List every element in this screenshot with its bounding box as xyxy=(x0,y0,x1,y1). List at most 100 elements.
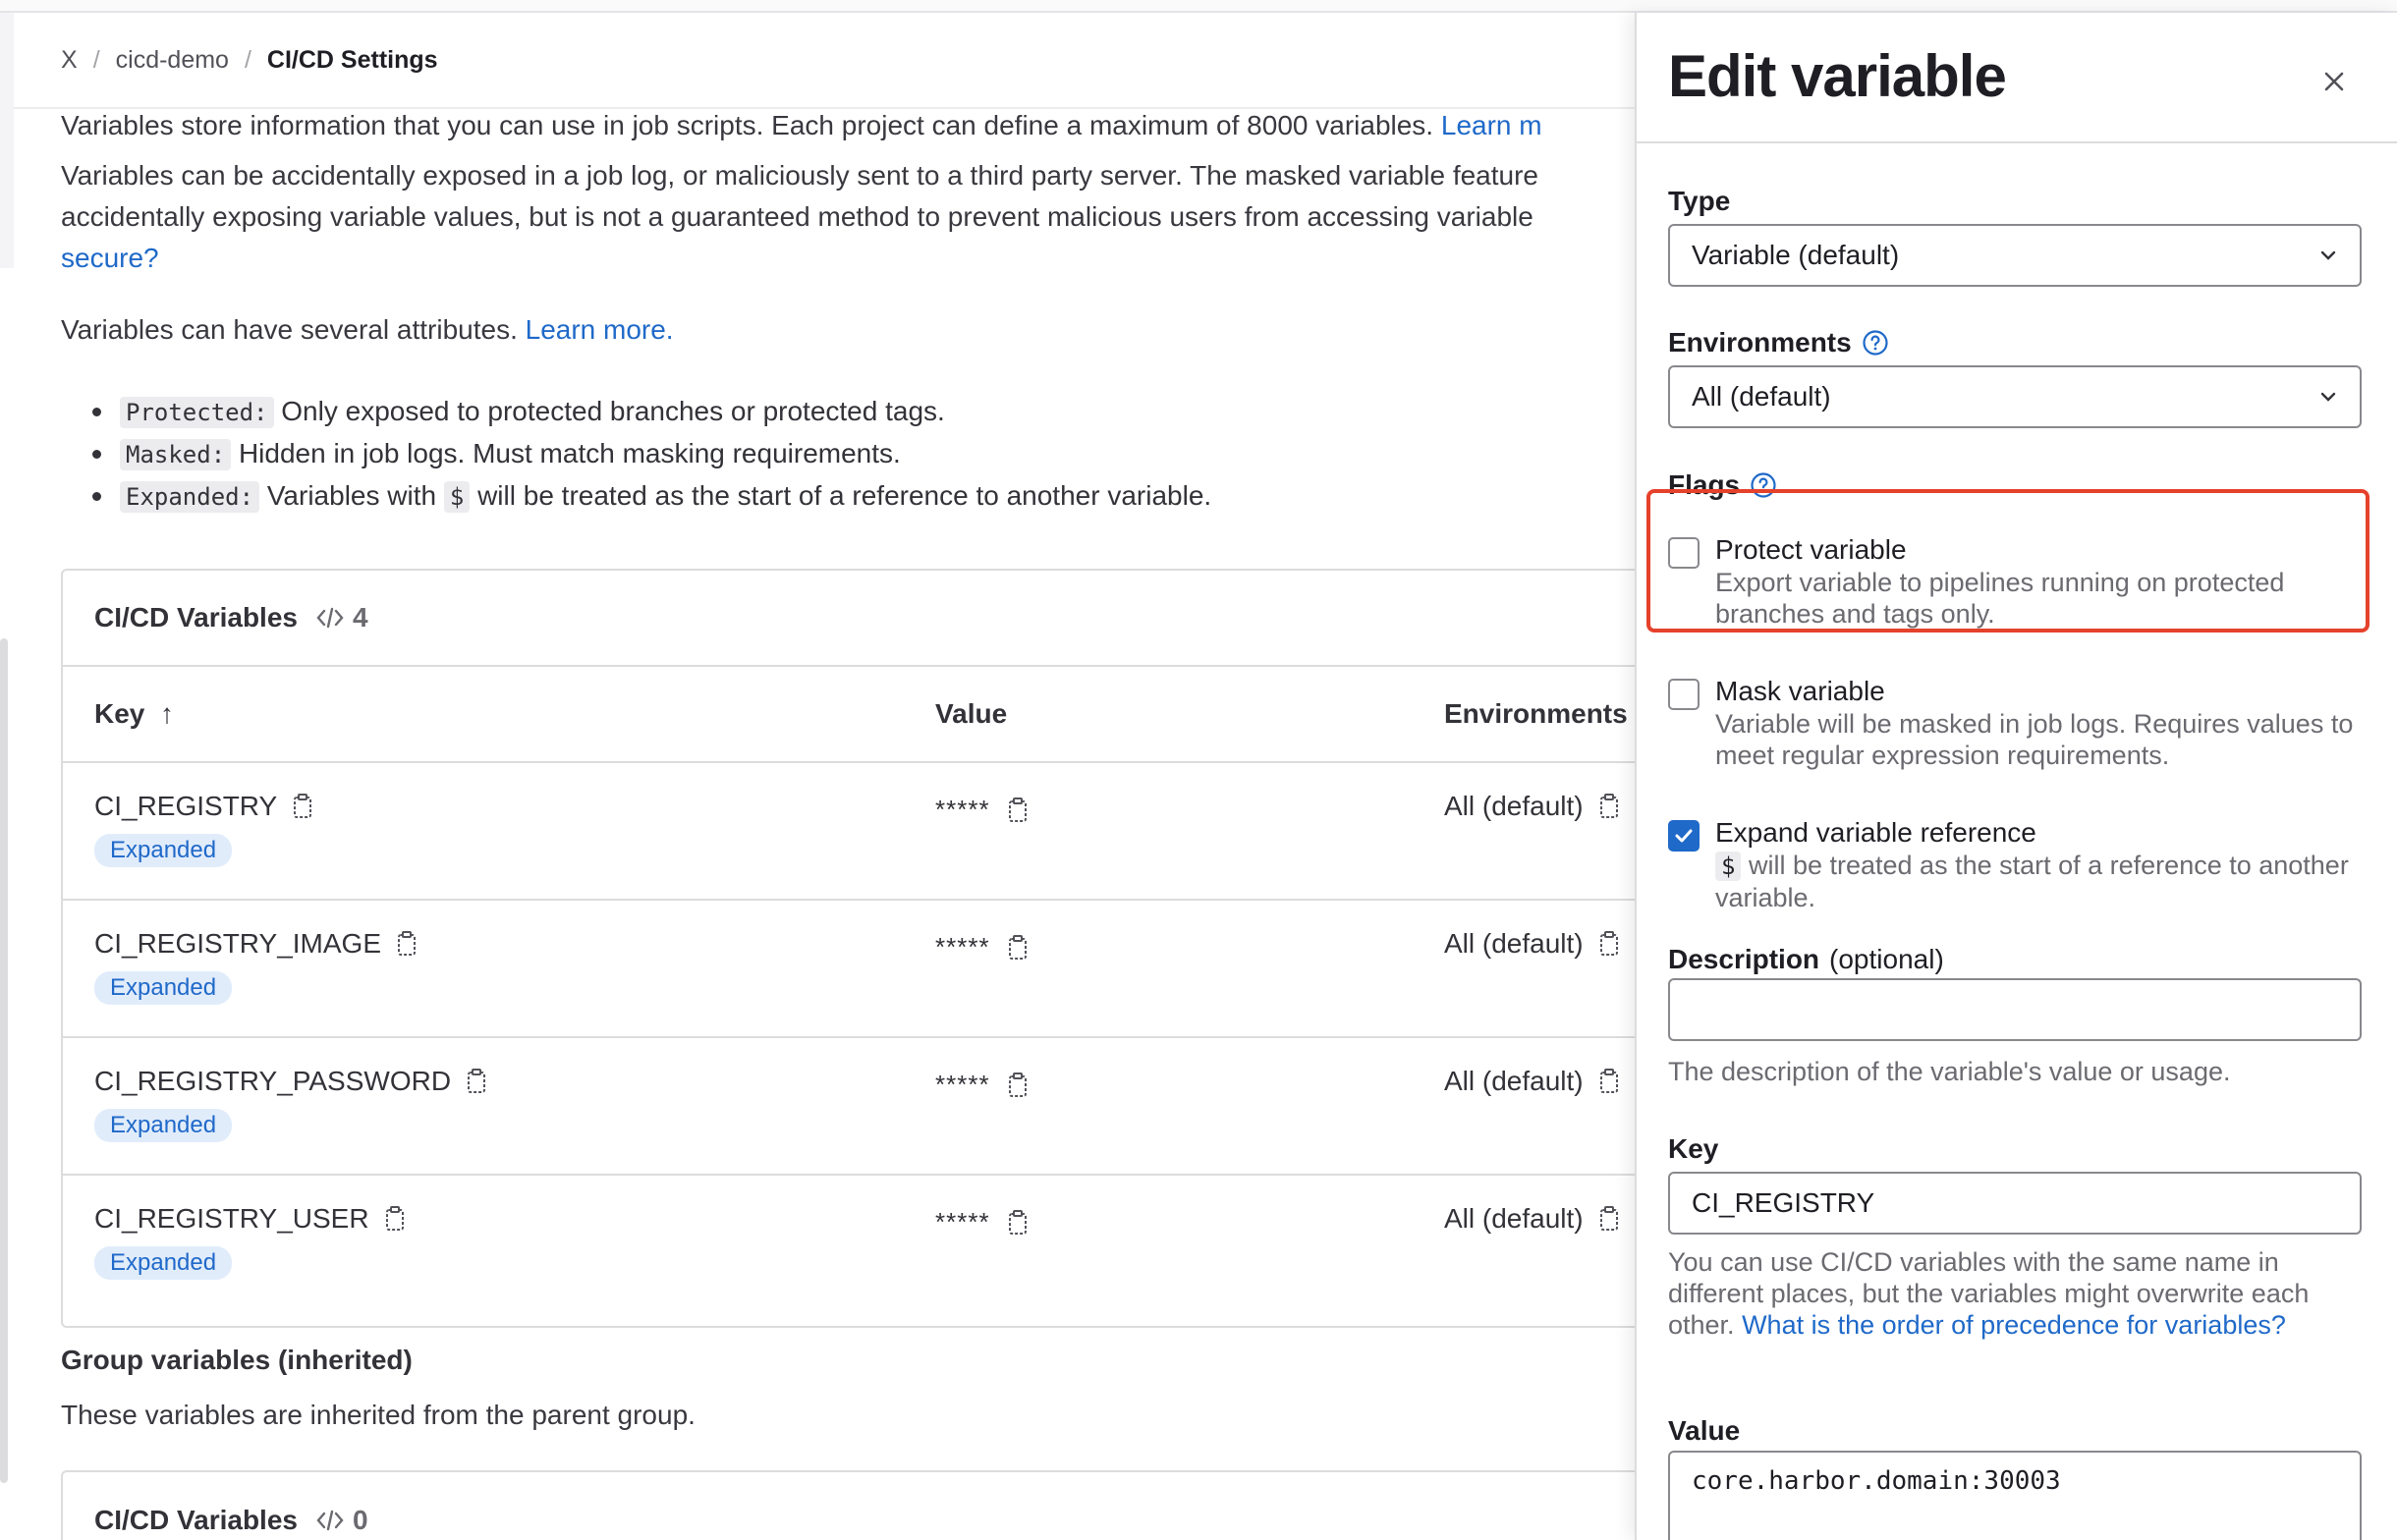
environment-value: All (default) xyxy=(1444,928,1584,959)
table-body: CI_REGISTRY Expanded ***** All (default)… xyxy=(63,763,1635,1313)
attribute-desc: Hidden in job logs. Must match masking r… xyxy=(238,438,901,468)
chevron-down-icon xyxy=(2320,392,2336,402)
column-key[interactable]: Key ↑ xyxy=(94,698,174,730)
code-icon xyxy=(316,1510,344,1531)
expand-help-text: will be treated as the start of a refere… xyxy=(1715,851,2349,912)
copy-key-icon[interactable] xyxy=(293,794,312,819)
variables-card-header: CI/CD Variables 4 xyxy=(63,571,1635,667)
breadcrumb-project[interactable]: cicd-demo xyxy=(116,46,229,75)
value-label: Value xyxy=(1668,1415,1741,1446)
table-row: CI_REGISTRY_IMAGE Expanded ***** All (de… xyxy=(63,901,1635,1038)
table-row: CI_REGISTRY_USER Expanded ***** All (def… xyxy=(63,1176,1635,1313)
breadcrumb-separator: / xyxy=(92,45,100,74)
code-icon xyxy=(316,607,344,629)
count-value: 4 xyxy=(352,602,368,632)
value-input[interactable]: core.harbor.domain:30003 xyxy=(1668,1451,2362,1540)
left-scrollbar[interactable] xyxy=(0,638,8,1483)
breadcrumb-separator: / xyxy=(244,45,251,74)
intro-line-1: Variables store information that you can… xyxy=(61,105,1635,146)
copy-key-icon[interactable] xyxy=(385,1206,405,1232)
copy-value-icon[interactable] xyxy=(1008,797,1028,823)
masked-value: ***** xyxy=(935,795,990,824)
help-icon[interactable] xyxy=(1862,329,1889,357)
page: X / cicd-demo / CI/CD Settings Variables… xyxy=(0,0,2397,1540)
list-item: Protected: Only exposed to protected bra… xyxy=(92,391,1211,433)
key-label: Key xyxy=(1668,1133,1719,1164)
type-select-value: Variable (default) xyxy=(1692,240,1900,270)
copy-env-icon[interactable] xyxy=(1599,1069,1619,1094)
intro-text: Variables store information that you can… xyxy=(61,110,1434,140)
environments-label: Environments xyxy=(1668,327,1889,358)
group-variables-title: Group variables (inherited) xyxy=(61,1345,413,1375)
attributes-learn-more-link[interactable]: Learn more. xyxy=(526,314,674,345)
card-title: CI/CD Variables xyxy=(94,1505,298,1535)
type-label: Type xyxy=(1668,186,1731,216)
code-dollar: $ xyxy=(443,481,471,513)
code-masked: Masked: xyxy=(120,439,232,470)
copy-key-icon[interactable] xyxy=(397,931,417,957)
count-value: 0 xyxy=(352,1505,368,1535)
expanded-badge: Expanded xyxy=(94,1246,233,1280)
environment-value: All (default) xyxy=(1444,791,1584,821)
copy-env-icon[interactable] xyxy=(1599,794,1619,819)
copy-env-icon[interactable] xyxy=(1599,931,1619,957)
variables-card: CI/CD Variables 4 Key ↑ Value Environmen… xyxy=(61,569,1635,1328)
expand-variable-help: $ will be treated as the start of a refe… xyxy=(1715,850,2364,913)
description-hint: The description of the variable's value … xyxy=(1668,1057,2231,1086)
key-input[interactable]: CI_REGISTRY xyxy=(1668,1172,2362,1235)
attributes-intro: Variables can have several attributes. L… xyxy=(61,309,1635,351)
masked-value: ***** xyxy=(935,1207,990,1237)
drawer-header-divider xyxy=(1637,141,2397,143)
expand-variable-option: Expand variable reference $ will be trea… xyxy=(1668,816,2375,914)
copy-key-icon[interactable] xyxy=(467,1069,486,1094)
intro-para2-link-line: secure? xyxy=(61,238,1635,279)
environments-select-value: All (default) xyxy=(1692,381,1831,412)
table-header: Key ↑ Value Environments xyxy=(63,667,1635,763)
group-variables-desc: These variables are inherited from the p… xyxy=(61,1400,696,1430)
expand-variable-checkbox[interactable] xyxy=(1668,820,1700,852)
copy-env-icon[interactable] xyxy=(1599,1206,1619,1232)
description-input[interactable] xyxy=(1668,978,2362,1041)
environment-value: All (default) xyxy=(1444,1203,1584,1234)
sort-arrow-icon[interactable]: ↑ xyxy=(160,698,174,729)
top-border xyxy=(0,0,2397,13)
expanded-badge: Expanded xyxy=(94,971,233,1005)
breadcrumb-current[interactable]: CI/CD Settings xyxy=(267,46,438,75)
close-icon[interactable] xyxy=(2316,64,2352,99)
copy-value-icon[interactable] xyxy=(1008,1209,1028,1236)
expanded-badge: Expanded xyxy=(94,834,233,867)
table-row: CI_REGISTRY_PASSWORD Expanded ***** All … xyxy=(63,1038,1635,1176)
key-hint: You can use CI/CD variables with the sam… xyxy=(1668,1246,2362,1341)
environments-label-text: Environments xyxy=(1668,327,1852,358)
dollar-code: $ xyxy=(1715,852,1742,881)
description-label: Description (optional) xyxy=(1668,944,1944,975)
copy-value-icon[interactable] xyxy=(1008,934,1028,961)
list-item: Masked: Hidden in job logs. Must match m… xyxy=(92,433,1211,475)
column-environments: Environments xyxy=(1444,698,1628,729)
intro-para2-line1: Variables can be accidentally exposed in… xyxy=(61,160,1538,191)
intro-para2-line2: accidentally exposing variable values, b… xyxy=(61,201,1533,232)
column-value: Value xyxy=(935,698,1008,729)
variables-count: 4 xyxy=(315,602,368,633)
mask-variable-label[interactable]: Mask variable xyxy=(1715,675,1885,708)
learn-more-link[interactable]: Learn m xyxy=(1441,110,1542,140)
attribute-desc: Variables with xyxy=(266,480,437,511)
copy-value-icon[interactable] xyxy=(1008,1072,1028,1098)
checkmark-icon xyxy=(1675,829,1693,843)
description-label-text: Description xyxy=(1668,944,1820,974)
attributes-list: Protected: Only exposed to protected bra… xyxy=(92,391,1211,518)
expanded-badge: Expanded xyxy=(94,1109,233,1142)
drawer-title: Edit variable xyxy=(1668,43,2007,109)
environments-select[interactable]: All (default) xyxy=(1668,365,2362,428)
group-card-header: CI/CD Variables 0 xyxy=(63,1472,1635,1540)
breadcrumb-root[interactable]: X xyxy=(61,46,78,75)
type-select[interactable]: Variable (default) xyxy=(1668,224,2362,287)
precedence-link[interactable]: What is the order of precedence for vari… xyxy=(1742,1310,2286,1340)
attribute-desc: will be treated as the start of a refere… xyxy=(477,480,1212,511)
expand-variable-label[interactable]: Expand variable reference xyxy=(1715,816,2036,850)
code-protected: Protected: xyxy=(120,397,274,428)
table-row: CI_REGISTRY Expanded ***** All (default) xyxy=(63,763,1635,901)
mask-variable-checkbox[interactable] xyxy=(1668,679,1700,710)
secure-link[interactable]: secure? xyxy=(61,243,159,273)
column-key-label: Key xyxy=(94,698,145,729)
